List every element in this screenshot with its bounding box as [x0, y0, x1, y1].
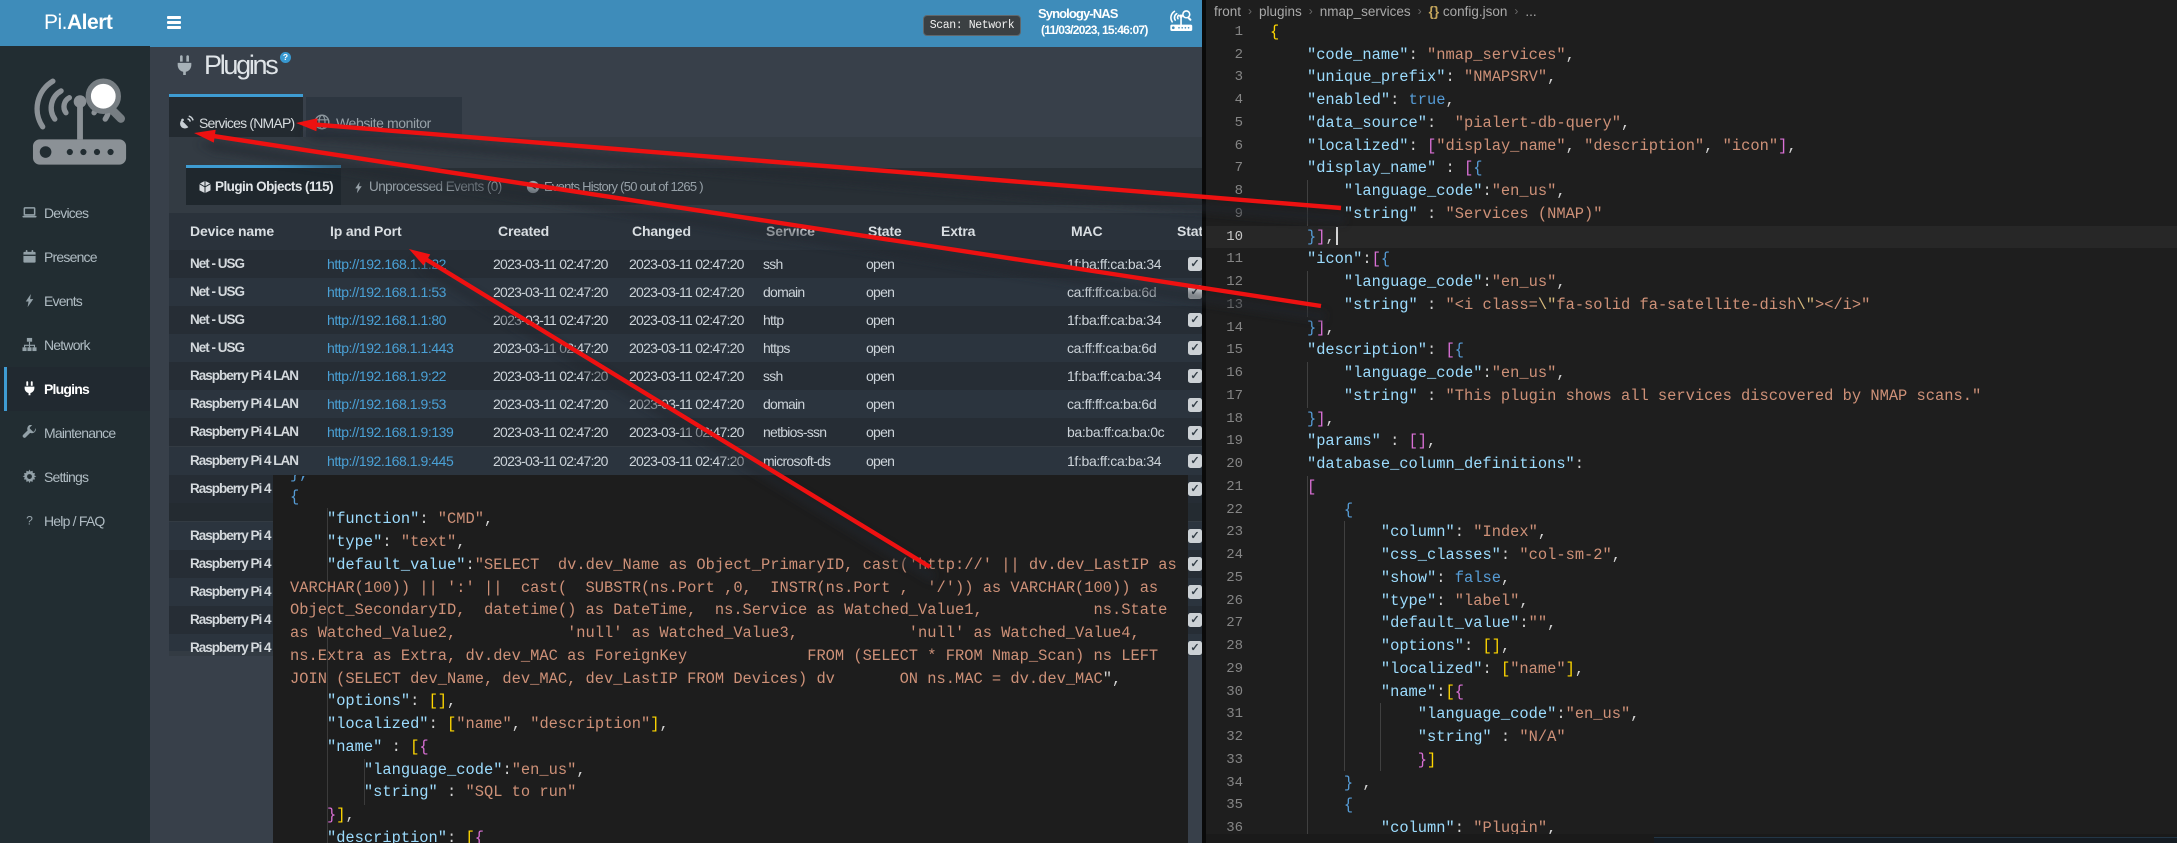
svg-text:?: ?	[26, 514, 33, 528]
